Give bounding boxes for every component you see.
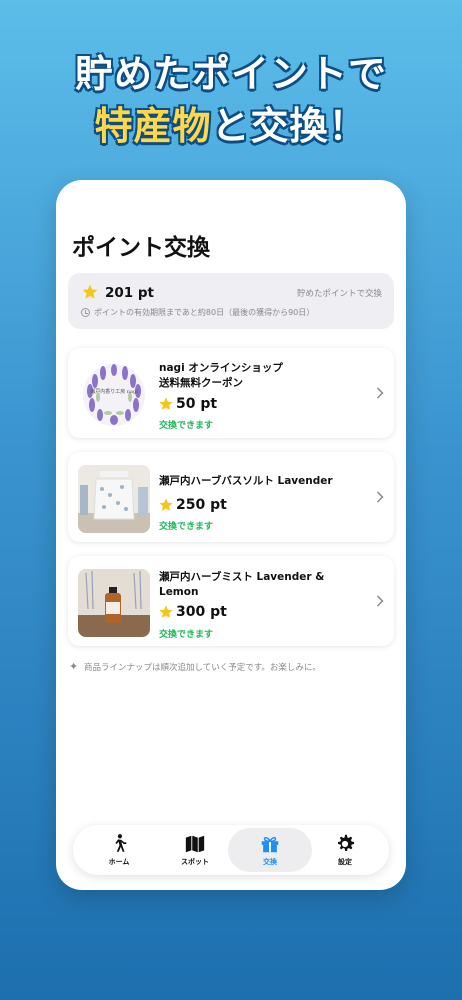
item-status: 交換できます bbox=[159, 630, 214, 640]
item-card-coupon[interactable]: 瀬戸内香り工房 nagi nagi オンラインショップ 送料無料クーポン 50 … bbox=[68, 348, 394, 438]
tab-exchange[interactable]: 交換 bbox=[228, 828, 312, 872]
item-name-line2: Lemon bbox=[159, 586, 199, 598]
chevron-right-icon bbox=[376, 491, 384, 503]
tab-home-label: ホーム bbox=[108, 858, 130, 866]
points-expiry: ポイントの有効期限まであと約80日（最後の獲得から90日） bbox=[94, 308, 315, 317]
item-name: 瀬戸内ハーブミスト Lavender & Lemon bbox=[159, 570, 359, 600]
item-price: 50 pt bbox=[176, 396, 218, 412]
star-icon bbox=[82, 284, 98, 299]
item-name: nagi オンラインショップ 送料無料クーポン bbox=[159, 361, 359, 391]
sparkle-icon: ✦ bbox=[69, 660, 79, 673]
tab-settings[interactable]: 設定 bbox=[303, 828, 387, 872]
clock-icon bbox=[81, 308, 90, 317]
bath-salt-image bbox=[78, 465, 150, 533]
tab-exchange-label: 交換 bbox=[263, 858, 277, 866]
chevron-right-icon bbox=[376, 387, 384, 399]
promo-line-2-rest: と交換！ bbox=[211, 104, 368, 148]
gear-icon bbox=[338, 834, 355, 852]
points-balance: 201 pt bbox=[105, 285, 154, 301]
tab-home[interactable]: ホーム bbox=[77, 828, 161, 872]
item-thumbnail: 瀬戸内香り工房 nagi bbox=[78, 361, 150, 429]
chevron-right-icon bbox=[376, 595, 384, 607]
herb-mist-image bbox=[78, 569, 150, 637]
thumb-logo-text: 瀬戸内香り工房 nagi bbox=[90, 388, 138, 395]
item-name-line1: nagi オンラインショップ bbox=[159, 362, 283, 374]
item-price-row: 50 pt bbox=[158, 396, 217, 412]
points-card: 201 pt 貯めたポイントで交換 ポイントの有効期限まであと約80日（最後の獲… bbox=[68, 273, 394, 329]
phone-screen: ポイント交換 201 pt 貯めたポイントで交換 ポイントの有効期限まであと約8… bbox=[56, 180, 406, 890]
promo-line-2: 特産物と交換！ bbox=[0, 100, 462, 152]
tab-spot-label: スポット bbox=[181, 858, 209, 866]
star-icon bbox=[159, 498, 173, 511]
tab-spot[interactable]: スポット bbox=[153, 828, 237, 872]
map-icon bbox=[185, 835, 205, 853]
item-card-herb-mist[interactable]: 瀬戸内ハーブミスト Lavender & Lemon 300 pt 交換できます bbox=[68, 556, 394, 646]
tab-bar: ホーム スポット 交換 設定 bbox=[73, 825, 389, 875]
promo-highlight: 特産物 bbox=[94, 104, 212, 148]
item-name-line1: 瀬戸内ハーブミスト Lavender & bbox=[159, 571, 325, 583]
item-price-row: 300 pt bbox=[158, 604, 227, 620]
item-status: 交換できます bbox=[159, 522, 214, 532]
tab-settings-label: 設定 bbox=[338, 858, 352, 866]
lavender-wreath-image: 瀬戸内香り工房 nagi bbox=[83, 364, 145, 426]
points-hint: 貯めたポイントで交換 bbox=[296, 289, 382, 299]
item-card-bath-salt[interactable]: 瀬戸内ハーブバスソルト Lavender 250 pt 交換できます bbox=[68, 452, 394, 542]
item-thumbnail bbox=[78, 465, 150, 533]
promo-line-1: 貯めたポイントで bbox=[74, 52, 387, 96]
item-thumbnail bbox=[78, 569, 150, 637]
promo-header: 貯めたポイントで 特産物と交換！ bbox=[0, 48, 462, 152]
gift-icon bbox=[261, 836, 279, 853]
item-name-line2: 送料無料クーポン bbox=[159, 377, 243, 389]
footnote: 商品ラインナップは順次追加していく予定です。お楽しみに。 bbox=[84, 663, 321, 673]
item-status: 交換できます bbox=[159, 421, 214, 431]
star-icon bbox=[159, 397, 173, 410]
item-price: 250 pt bbox=[176, 497, 227, 513]
item-name: 瀬戸内ハーブバスソルト Lavender bbox=[159, 475, 333, 487]
item-price-row: 250 pt bbox=[158, 497, 227, 513]
item-price: 300 pt bbox=[176, 604, 227, 620]
page-title: ポイント交換 bbox=[72, 235, 210, 261]
star-icon bbox=[159, 605, 173, 618]
walking-person-icon bbox=[115, 834, 127, 852]
